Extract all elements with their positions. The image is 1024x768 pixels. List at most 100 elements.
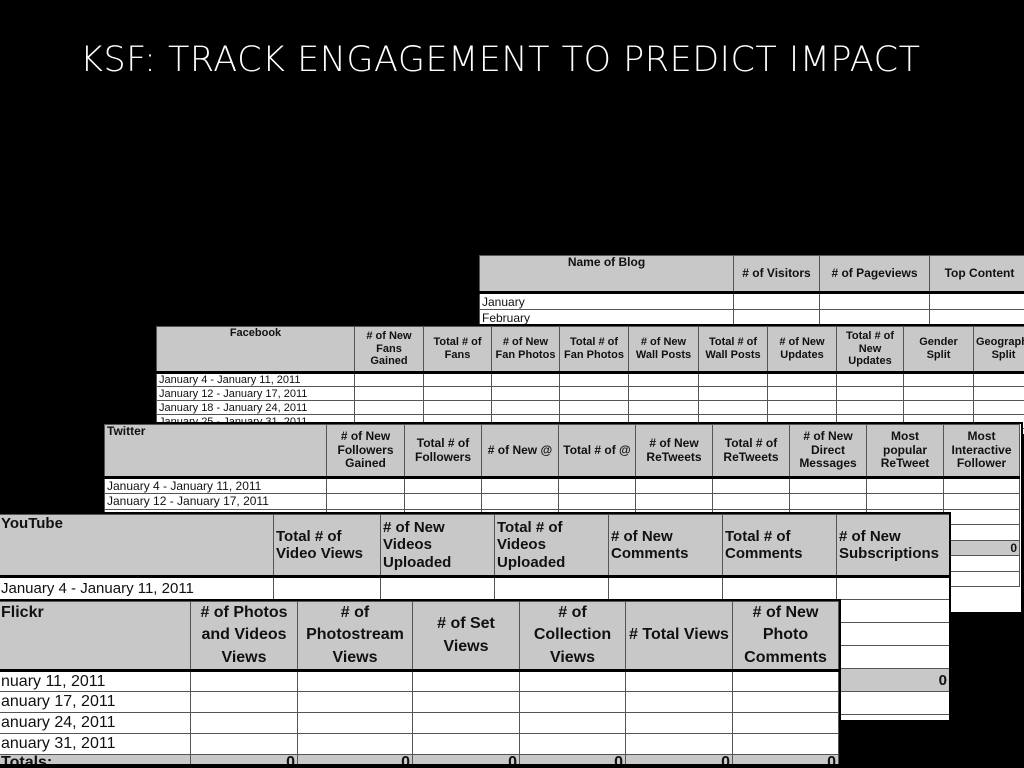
- data-cell[interactable]: [412, 733, 520, 756]
- data-cell[interactable]: [836, 714, 949, 720]
- data-cell[interactable]: [973, 400, 1024, 415]
- data-cell[interactable]: [273, 576, 381, 600]
- data-cell[interactable]: [836, 576, 949, 600]
- data-cell[interactable]: [628, 372, 699, 387]
- data-cell[interactable]: [722, 576, 837, 600]
- data-cell[interactable]: [628, 400, 699, 415]
- data-cell[interactable]: [625, 712, 733, 735]
- data-cell[interactable]: [625, 670, 733, 693]
- data-cell[interactable]: [866, 493, 944, 510]
- data-cell[interactable]: [380, 576, 495, 600]
- row-label[interactable]: anuary 31, 2011: [0, 733, 191, 756]
- data-cell[interactable]: [423, 400, 492, 415]
- data-cell[interactable]: [297, 691, 413, 714]
- data-cell[interactable]: [712, 477, 790, 494]
- row-label[interactable]: nuary 11, 2011: [0, 670, 191, 693]
- data-cell[interactable]: [767, 386, 837, 401]
- data-cell[interactable]: [297, 712, 413, 735]
- data-cell[interactable]: [354, 372, 424, 387]
- row-label[interactable]: January 4 - January 11, 2011: [104, 477, 327, 494]
- data-cell[interactable]: [943, 493, 1020, 510]
- data-cell[interactable]: [866, 477, 944, 494]
- data-cell[interactable]: [943, 570, 1020, 587]
- data-cell[interactable]: [481, 477, 559, 494]
- data-cell[interactable]: [559, 386, 629, 401]
- data-cell[interactable]: [698, 372, 768, 387]
- data-cell[interactable]: [635, 493, 713, 510]
- data-cell[interactable]: [698, 400, 768, 415]
- row-label[interactable]: January 12 - January 17, 2011: [156, 386, 355, 401]
- row-label[interactable]: January 4 - January 11, 2011: [0, 576, 274, 600]
- data-cell[interactable]: [732, 733, 839, 756]
- data-cell[interactable]: [326, 493, 405, 510]
- data-cell[interactable]: [836, 622, 949, 646]
- data-cell[interactable]: [354, 400, 424, 415]
- data-cell[interactable]: [943, 555, 1020, 572]
- data-cell[interactable]: [767, 372, 837, 387]
- data-cell[interactable]: [943, 508, 1020, 525]
- row-label[interactable]: anuary 24, 2011: [0, 712, 191, 735]
- data-cell[interactable]: [625, 691, 733, 714]
- data-cell[interactable]: [491, 400, 560, 415]
- data-cell[interactable]: [190, 691, 298, 714]
- row-label[interactable]: anuary 17, 2011: [0, 691, 191, 714]
- row-label[interactable]: January: [479, 292, 734, 310]
- data-cell[interactable]: [836, 645, 949, 669]
- data-cell[interactable]: [732, 712, 839, 735]
- data-cell[interactable]: [404, 477, 482, 494]
- data-cell[interactable]: [903, 400, 974, 415]
- data-cell[interactable]: [943, 524, 1020, 541]
- data-cell[interactable]: [404, 493, 482, 510]
- data-cell[interactable]: [789, 493, 867, 510]
- row-label[interactable]: January 18 - January 24, 2011: [156, 400, 355, 415]
- data-cell[interactable]: [973, 372, 1024, 387]
- data-cell[interactable]: [412, 670, 520, 693]
- data-cell[interactable]: [943, 477, 1020, 494]
- data-cell[interactable]: [481, 493, 559, 510]
- data-cell[interactable]: [559, 400, 629, 415]
- data-cell[interactable]: [929, 292, 1024, 310]
- data-cell[interactable]: [423, 386, 492, 401]
- data-cell[interactable]: [190, 670, 298, 693]
- data-cell[interactable]: [836, 691, 949, 715]
- data-cell[interactable]: [903, 372, 974, 387]
- data-cell[interactable]: [423, 372, 492, 387]
- data-cell[interactable]: [190, 733, 298, 756]
- data-cell[interactable]: [789, 477, 867, 494]
- data-cell[interactable]: [558, 493, 636, 510]
- data-cell[interactable]: [519, 733, 626, 756]
- data-cell[interactable]: [625, 733, 733, 756]
- data-cell[interactable]: [767, 400, 837, 415]
- data-cell[interactable]: [519, 712, 626, 735]
- data-cell[interactable]: [491, 386, 560, 401]
- data-cell[interactable]: [354, 386, 424, 401]
- data-cell[interactable]: [628, 386, 699, 401]
- data-cell[interactable]: [412, 712, 520, 735]
- data-cell[interactable]: [903, 386, 974, 401]
- row-label[interactable]: January 4 - January 11, 2011: [156, 372, 355, 387]
- data-cell[interactable]: [519, 691, 626, 714]
- data-cell[interactable]: [836, 386, 904, 401]
- data-cell[interactable]: [558, 477, 636, 494]
- data-cell[interactable]: [836, 599, 949, 623]
- data-cell[interactable]: [559, 372, 629, 387]
- data-cell[interactable]: [712, 493, 790, 510]
- data-cell[interactable]: [412, 691, 520, 714]
- data-cell[interactable]: [732, 670, 839, 693]
- data-cell[interactable]: [494, 576, 609, 600]
- data-cell[interactable]: [733, 292, 820, 310]
- data-cell[interactable]: [297, 733, 413, 756]
- data-cell[interactable]: [608, 576, 723, 600]
- data-cell[interactable]: [973, 386, 1024, 401]
- data-cell[interactable]: [190, 712, 298, 735]
- data-cell[interactable]: [297, 670, 413, 693]
- data-cell[interactable]: [698, 386, 768, 401]
- data-cell[interactable]: [836, 400, 904, 415]
- data-cell[interactable]: [836, 372, 904, 387]
- data-cell[interactable]: [732, 691, 839, 714]
- data-cell[interactable]: [326, 477, 405, 494]
- data-cell[interactable]: [519, 670, 626, 693]
- row-label[interactable]: January 12 - January 17, 2011: [104, 493, 327, 510]
- data-cell[interactable]: [491, 372, 560, 387]
- data-cell[interactable]: [635, 477, 713, 494]
